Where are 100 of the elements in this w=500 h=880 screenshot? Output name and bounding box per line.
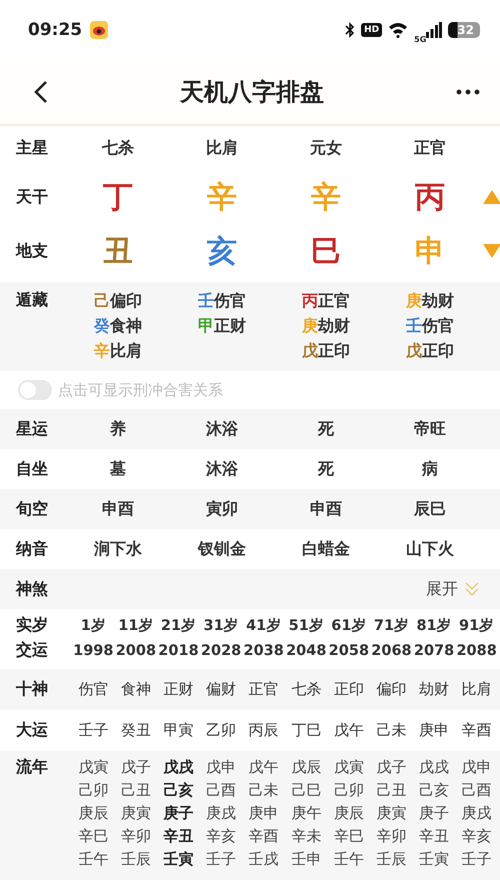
table-cell: 钗钏金 [198, 538, 246, 560]
year-cell: 辛未 [291, 826, 322, 846]
year-cell: 辛巳 [334, 826, 364, 846]
hidden-stem: 壬 [198, 291, 214, 310]
hidden-stem: 甲 [198, 316, 214, 335]
table-cell: 养 [110, 418, 126, 440]
year-cell: 己丑 [376, 780, 406, 800]
table-cell: 辛酉 [462, 721, 492, 740]
year-cell: 壬辰 [120, 849, 151, 869]
back-icon [34, 80, 48, 104]
ten-god: 劫财 [422, 291, 454, 310]
year-cell: 壬午 [78, 849, 108, 869]
table-cell: 七杀 [102, 138, 134, 158]
year-cell: 壬子 [462, 849, 492, 869]
down-triangle-icon [482, 243, 500, 259]
table-cell: 伤官 [78, 680, 108, 699]
more-icon [456, 89, 480, 95]
heavenly-stem: 辛 [207, 178, 237, 216]
age-cell-text: 1岁 [80, 616, 106, 635]
year-cell: 壬子 [206, 849, 236, 869]
row-label: 实岁 [16, 615, 49, 636]
hd-badge: HD [361, 23, 382, 37]
ten-god: 比肩 [110, 341, 142, 360]
year-cell: 2048 [286, 642, 326, 658]
age-cell-text: 91岁 [459, 616, 494, 635]
age-cell-text: 21岁 [160, 616, 196, 635]
year-cell: 戊子 [120, 757, 151, 777]
table-cell: 帝旺 [414, 418, 446, 440]
year-cell: 庚子 [163, 803, 194, 823]
ten-god: 劫财 [318, 316, 350, 335]
year-cell: 2078 [414, 642, 454, 658]
year-cell: 己卯 [78, 780, 108, 800]
hidden-stem: 庚 [302, 316, 318, 335]
table-cell: 白蜡金 [302, 538, 350, 560]
year-cell: 壬寅 [163, 849, 194, 869]
year-cell: 壬申 [291, 849, 322, 869]
table-cell: 正官 [248, 680, 279, 699]
table-cell: 食神 [120, 680, 151, 699]
age-cell-text: 61岁 [331, 616, 366, 635]
year-cell: 辛巳 [78, 826, 108, 846]
ten-god: 伤官 [422, 316, 454, 335]
year-cell: 辛亥 [462, 826, 492, 846]
year-cell: 辛亥 [206, 826, 236, 846]
year-cell: 辛丑 [163, 826, 194, 846]
table-cell: 正印 [334, 680, 364, 699]
year-cell: 壬寅 [419, 849, 450, 869]
table-cell: 沐浴 [206, 418, 238, 440]
age-cell-text: 51岁 [288, 616, 324, 635]
year-cell: 己卯 [334, 780, 364, 800]
row-label: 十神 [16, 679, 49, 700]
app-icon [90, 21, 108, 39]
table-cell: 辰巳 [414, 498, 446, 520]
year-cell: 壬戌 [248, 849, 279, 869]
year-cell: 己酉 [206, 780, 236, 800]
page-title: 天机八字排盘 [180, 77, 324, 108]
year-cell: 庚辰 [334, 803, 364, 823]
year-cell: 戊寅 [78, 757, 108, 777]
expand-button[interactable]: 展开 [426, 578, 480, 600]
hidden-stem: 戊 [302, 341, 318, 360]
year-cell: 壬辰 [376, 849, 406, 869]
table-cell: 沐浴 [206, 458, 238, 480]
year-cell: 己酉 [462, 780, 492, 800]
table-cell: 丁巳 [291, 721, 322, 740]
table-cell: 比肩 [462, 680, 492, 699]
year-cell: 壬午 [334, 849, 364, 869]
year-cell: 2058 [328, 642, 370, 658]
year-cell: 庚午 [291, 803, 322, 823]
row-label: 交运 [16, 640, 49, 661]
row-label: 纳音 [16, 538, 49, 560]
table-cell: 甲寅 [163, 721, 194, 740]
year-cell: 2018 [158, 642, 199, 658]
table-cell: 正财 [163, 680, 194, 699]
year-cell: 2028 [200, 642, 242, 658]
scroll-down-button[interactable] [482, 243, 500, 259]
table-cell: 病 [422, 458, 438, 480]
table-cell: 乙卯 [206, 721, 236, 740]
scroll-up-button[interactable] [482, 189, 500, 205]
age-cell-text: 41岁 [246, 616, 282, 635]
table-cell: 死 [318, 418, 334, 440]
age-cell-text: 71岁 [374, 616, 410, 635]
table-cell: 庚申 [419, 721, 450, 740]
year-cell: 庚辰 [78, 803, 108, 823]
row-label: 自坐 [16, 458, 49, 480]
toggle-label: 点击可显示刑冲合害关系 [58, 380, 223, 400]
year-cell: 庚子 [419, 803, 450, 823]
table-cell: 涧下水 [94, 538, 142, 560]
year-cell: 2088 [456, 642, 497, 658]
table-cell: 申酉 [102, 498, 134, 520]
year-cell: 戊申 [206, 757, 236, 777]
earthly-branch: 申 [415, 232, 445, 270]
year-cell: 辛酉 [248, 826, 279, 846]
year-cell: 戊午 [248, 757, 279, 777]
year-cell: 庚寅 [376, 803, 406, 823]
year-cell: 庚寅 [120, 803, 151, 823]
age-cell-text: 31岁 [203, 616, 239, 635]
table-cell: 申酉 [310, 498, 342, 520]
ten-god: 偏印 [110, 291, 142, 310]
year-cell: 庚戌 [462, 803, 492, 823]
chevron-down-icon [464, 581, 480, 597]
table-cell: 偏印 [376, 680, 406, 699]
